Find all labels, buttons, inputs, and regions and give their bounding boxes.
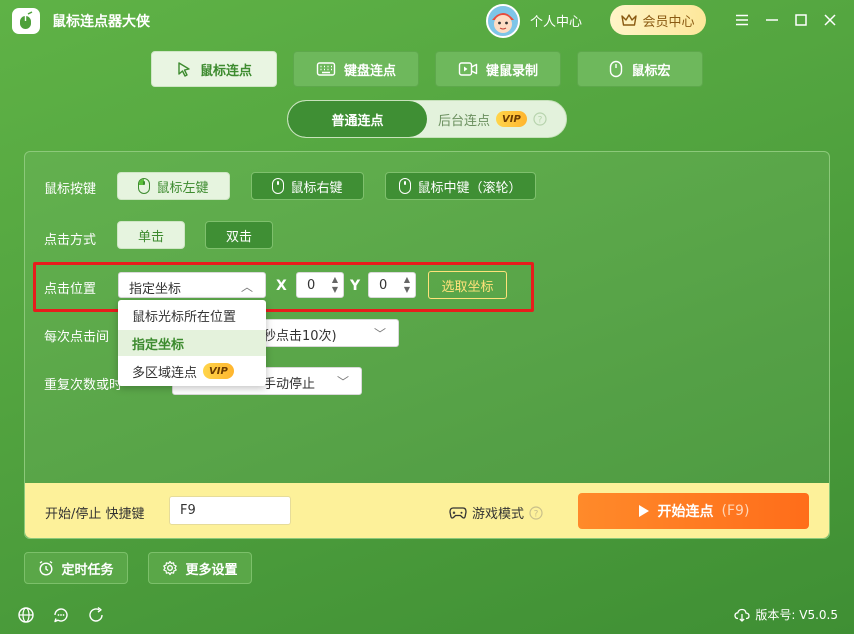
more-settings-button[interactable]: 更多设置	[148, 552, 252, 584]
start-hotkey: (F9)	[721, 503, 750, 519]
refresh-icon[interactable]	[87, 606, 105, 624]
x-input[interactable]: 0 ▲ ▼	[296, 272, 344, 298]
hotkey-label: 开始/停止 快捷键	[45, 507, 145, 522]
maximize-icon[interactable]	[792, 11, 810, 29]
mouse-right-icon	[272, 178, 285, 194]
action-bar: 开始/停止 快捷键 F9 游戏模式 ? 开始连点 (F9)	[25, 483, 829, 538]
game-mode-toggle[interactable]: 游戏模式 ?	[449, 503, 543, 522]
dropdown-item-cursor-position[interactable]: 鼠标光标所在位置	[118, 302, 266, 328]
play-icon	[638, 505, 649, 517]
interval-value: 秒点击10次)	[263, 329, 337, 344]
svg-text:?: ?	[534, 509, 539, 519]
help-icon: ?	[533, 112, 547, 126]
subtab-normal-click[interactable]: 普通连点	[288, 101, 427, 137]
mouse-left-icon	[138, 178, 151, 194]
interval-label: 每次点击间	[44, 330, 110, 345]
keyboard-icon	[316, 62, 336, 76]
vip-badge: VIP	[496, 111, 527, 127]
tab-mouse-click[interactable]: 鼠标连点	[151, 51, 277, 87]
tab-record[interactable]: 键鼠录制	[435, 51, 561, 87]
version-info[interactable]: 版本号: V5.0.5	[734, 606, 838, 623]
position-select-value: 指定坐标	[129, 282, 182, 297]
more-settings-label: 更多设置	[185, 562, 238, 578]
vip-center-button[interactable]: 会员中心	[610, 5, 706, 35]
chevron-down-icon: ﹀	[336, 375, 349, 389]
gamepad-icon	[449, 506, 467, 519]
dropdown-item-label: 鼠标光标所在位置	[132, 309, 237, 325]
option-label: 鼠标左键	[156, 180, 209, 196]
mouse-button-label: 鼠标按键	[44, 182, 97, 197]
user-center-link[interactable]: 个人中心	[530, 11, 582, 30]
alarm-clock-icon	[39, 560, 53, 576]
tab-label: 键盘连点	[343, 63, 396, 79]
timer-task-button[interactable]: 定时任务	[24, 552, 128, 584]
option-label: 鼠标中键（滚轮）	[417, 180, 522, 196]
tab-keyboard-click[interactable]: 键盘连点	[293, 51, 419, 87]
version-label: 版本号: V5.0.5	[755, 608, 838, 622]
subtab-background-click[interactable]: 后台连点 VIP ?	[438, 101, 547, 137]
right-button-option[interactable]: 鼠标右键	[251, 172, 364, 200]
mouse-icon	[610, 60, 623, 78]
app-logo-icon	[12, 8, 40, 34]
start-label: 开始连点	[657, 504, 714, 520]
tab-label: 鼠标宏	[631, 63, 671, 79]
globe-icon[interactable]	[17, 606, 35, 624]
middle-button-option[interactable]: 鼠标中键（滚轮）	[385, 172, 536, 200]
option-label: 鼠标右键	[290, 180, 343, 196]
hotkey-value: F9	[180, 503, 196, 518]
crown-icon	[621, 14, 638, 26]
y-label: Y	[350, 278, 361, 294]
chevron-down-icon: ﹀	[373, 327, 386, 341]
subtab-background-label: 后台连点	[438, 113, 491, 129]
feedback-icon[interactable]	[52, 606, 70, 624]
y-value: 0	[379, 278, 388, 293]
double-click-option[interactable]: 双击	[205, 221, 273, 249]
x-label: X	[276, 278, 287, 294]
help-icon: ?	[529, 505, 543, 520]
dropdown-item-label: 多区域连点	[132, 365, 198, 381]
spinner-arrows-icon[interactable]: ▲ ▼	[330, 275, 340, 297]
x-value: 0	[307, 278, 316, 293]
click-position-label: 点击位置	[44, 282, 97, 297]
app-title: 鼠标连点器大侠	[52, 14, 150, 30]
dropdown-item-multi-area[interactable]: 多区域连点 VIP	[118, 358, 266, 384]
vip-center-label: 会员中心	[642, 14, 695, 30]
timer-task-label: 定时任务	[61, 562, 114, 578]
start-clicking-button[interactable]: 开始连点 (F9)	[578, 493, 809, 529]
tab-label: 鼠标连点	[199, 63, 252, 79]
menu-icon[interactable]	[733, 11, 751, 29]
left-button-option[interactable]: 鼠标左键	[117, 172, 230, 200]
repeat-label: 重复次数或时	[44, 378, 123, 393]
y-input[interactable]: 0 ▲ ▼	[368, 272, 416, 298]
repeat-value: 手动停止	[263, 377, 316, 392]
avatar[interactable]	[486, 4, 520, 38]
title-bar: 鼠标连点器大侠 个人中心 会员中心	[0, 0, 854, 40]
pick-coordinate-button[interactable]: 选取坐标	[428, 271, 507, 299]
position-select[interactable]: 指定坐标 ︿	[118, 272, 266, 298]
gear-icon	[163, 560, 178, 576]
click-mode-subtabs: 普通连点 后台连点 VIP ?	[287, 100, 567, 138]
mouse-middle-icon	[399, 178, 412, 194]
single-click-option[interactable]: 单击	[117, 221, 185, 249]
cursor-icon	[178, 62, 190, 77]
hotkey-input[interactable]: F9	[169, 496, 291, 525]
vip-badge: VIP	[203, 363, 234, 379]
close-icon[interactable]	[821, 11, 839, 29]
spinner-arrows-icon[interactable]: ▲ ▼	[402, 275, 412, 297]
minimize-icon[interactable]	[763, 11, 781, 29]
tab-mouse-macro[interactable]: 鼠标宏	[577, 51, 703, 87]
dropdown-item-label: 指定坐标	[132, 337, 185, 353]
tab-label: 键鼠录制	[485, 63, 538, 79]
game-mode-label: 游戏模式	[472, 507, 525, 522]
click-mode-label: 点击方式	[44, 233, 97, 248]
svg-text:?: ?	[537, 116, 542, 126]
cloud-download-icon	[734, 608, 751, 622]
video-icon	[458, 62, 478, 76]
dropdown-item-fixed-coordinate[interactable]: 指定坐标	[118, 330, 266, 356]
chevron-up-icon: ︿	[240, 280, 253, 294]
position-dropdown: 鼠标光标所在位置 指定坐标 多区域连点 VIP	[118, 300, 266, 386]
